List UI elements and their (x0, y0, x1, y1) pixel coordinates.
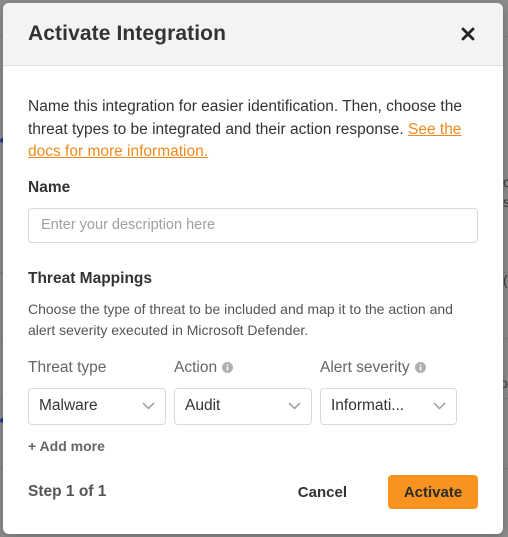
alert-severity-value: Informati... (331, 397, 405, 414)
modal-body: Name this integration for easier identif… (3, 66, 503, 456)
action-select[interactable]: Audit (174, 387, 312, 425)
cancel-button[interactable]: Cancel (298, 484, 347, 501)
name-input[interactable] (28, 207, 478, 243)
threat-type-header-label: Threat type (28, 358, 107, 376)
threat-type-select[interactable]: Malware (28, 387, 166, 425)
alert-severity-header: Alert severity (320, 358, 478, 378)
intro-text: Name this integration for easier identif… (28, 96, 478, 164)
chevron-down-icon (433, 402, 446, 410)
name-label: Name (28, 178, 71, 196)
threat-type-header: Threat type (28, 358, 174, 378)
modal-header: Activate Integration (3, 3, 503, 66)
action-header: Action (174, 358, 320, 378)
threat-mappings-description: Choose the type of threat to be included… (28, 300, 453, 339)
step-indicator: Step 1 of 1 (28, 483, 107, 500)
activate-button[interactable]: Activate (388, 475, 478, 509)
threat-type-column: Threat type Malware (28, 358, 174, 425)
bg-fragment: s (503, 194, 508, 210)
close-icon (461, 27, 475, 41)
bg-fragment: c (503, 174, 508, 190)
threat-mapping-row: Threat type Malware Action Audit Alert s… (28, 358, 478, 425)
alert-severity-header-label: Alert severity (320, 358, 410, 376)
info-icon[interactable] (222, 362, 234, 373)
add-more-button[interactable]: + Add more (28, 438, 105, 454)
info-icon[interactable] (414, 362, 426, 373)
chevron-down-icon (288, 402, 301, 410)
alert-severity-select[interactable]: Informati... (320, 387, 457, 425)
action-header-label: Action (174, 358, 218, 376)
modal-footer: Step 1 of 1 Cancel Activate (28, 475, 478, 509)
modal-title: Activate Integration (28, 22, 227, 45)
action-value: Audit (185, 397, 221, 414)
bg-fragment: ( (503, 272, 508, 288)
intro-description: Name this integration for easier identif… (28, 98, 462, 138)
close-button[interactable] (457, 23, 479, 45)
footer-actions: Cancel Activate (298, 475, 478, 509)
threat-mappings-label: Threat Mappings (28, 269, 153, 287)
chevron-down-icon (142, 402, 155, 410)
action-column: Action Audit (174, 358, 320, 425)
alert-severity-column: Alert severity Informati... (320, 358, 478, 425)
threat-type-value: Malware (39, 397, 98, 414)
activate-integration-modal: Activate Integration Name this integrati… (3, 3, 503, 534)
